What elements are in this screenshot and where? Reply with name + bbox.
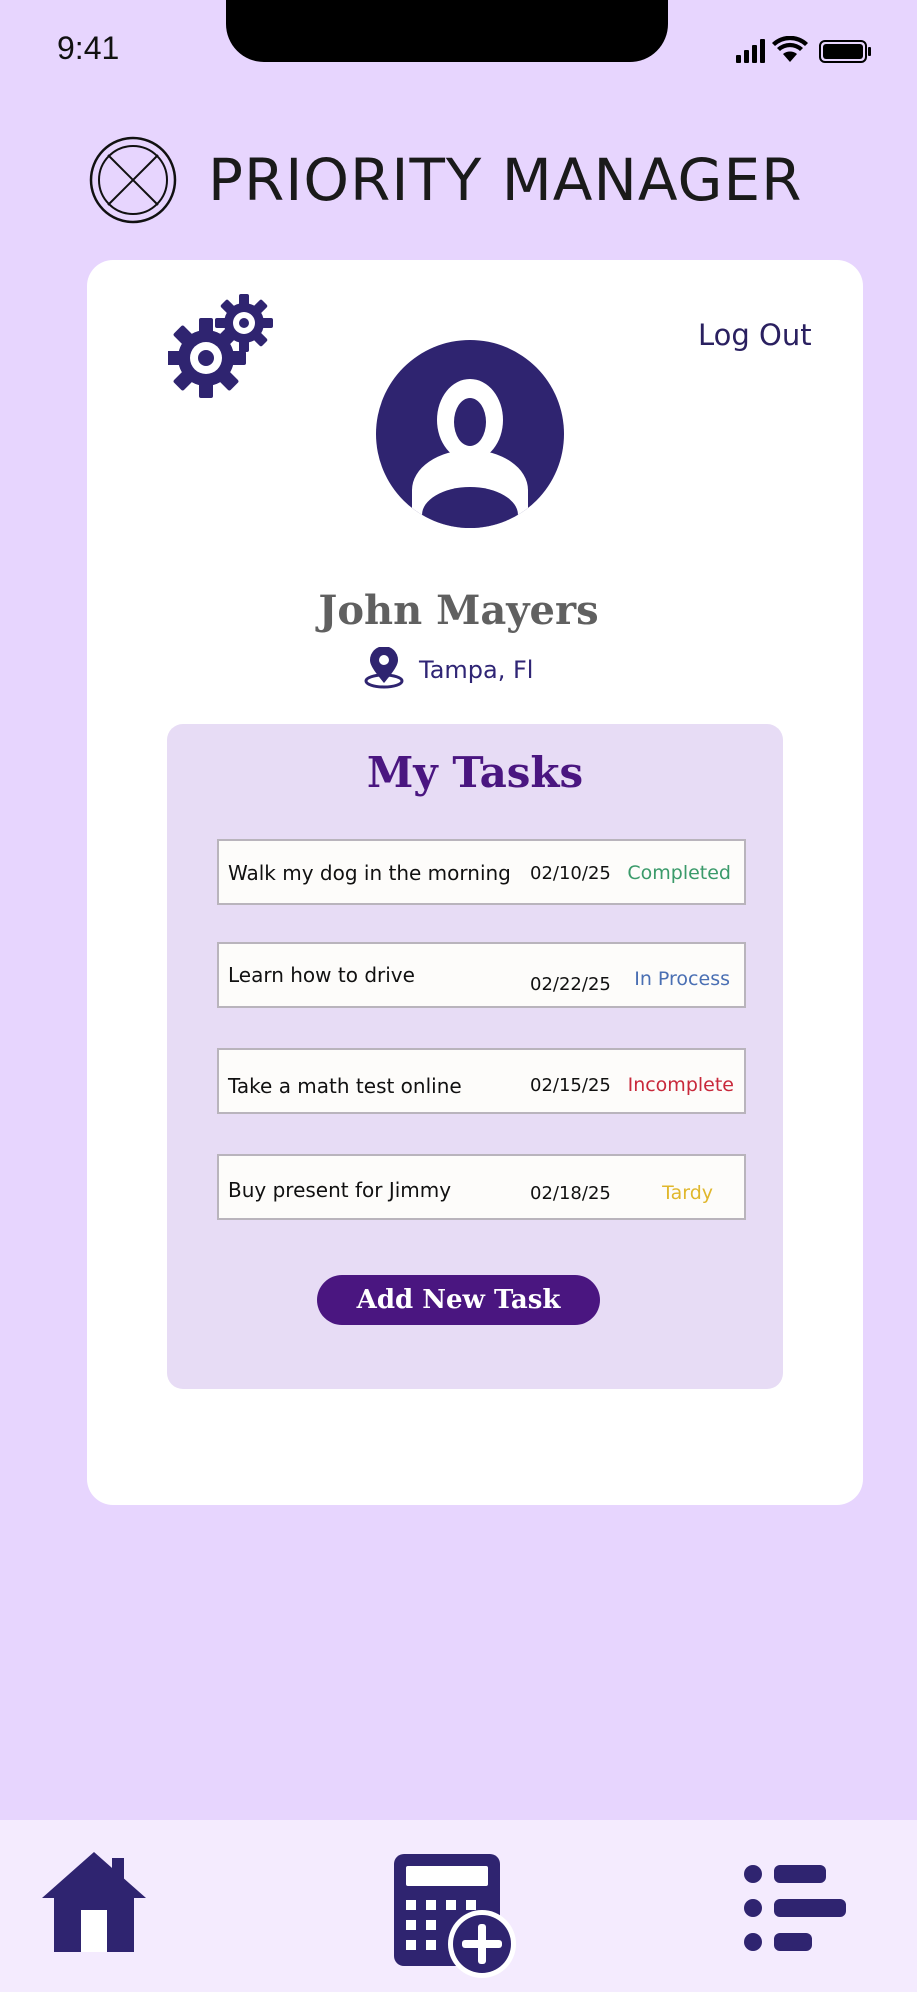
home-icon[interactable] — [40, 1848, 148, 1956]
app-title: PRIORITY MANAGER — [208, 146, 803, 214]
user-name: John Mayers — [318, 587, 599, 634]
task-status: Tardy — [662, 1182, 713, 1204]
task-row[interactable]: Learn how to drive 02/22/25 In Process — [217, 942, 746, 1008]
task-name: Buy present for Jimmy — [228, 1178, 452, 1202]
calendar-add-icon[interactable] — [392, 1852, 522, 1982]
logout-link[interactable]: Log Out — [698, 318, 812, 352]
task-date: 02/10/25 — [530, 863, 611, 884]
task-row[interactable]: Take a math test online 02/15/25 Incompl… — [217, 1048, 746, 1114]
task-status: In Process — [634, 968, 730, 990]
task-row[interactable]: Walk my dog in the morning 02/10/25 Comp… — [217, 839, 746, 905]
gears-icon[interactable] — [168, 290, 278, 400]
task-date: 02/15/25 — [530, 1075, 611, 1096]
user-location: Tampa, Fl — [419, 656, 534, 684]
status-icons — [736, 36, 871, 63]
task-name: Walk my dog in the morning — [228, 861, 511, 885]
tasks-title: My Tasks — [366, 748, 584, 797]
battery-icon — [819, 40, 871, 63]
task-name: Learn how to drive — [228, 963, 415, 987]
task-date: 02/22/25 — [530, 974, 611, 995]
task-status: Completed — [627, 862, 731, 884]
wifi-icon — [772, 36, 808, 62]
add-new-task-button[interactable]: Add New Task — [317, 1275, 600, 1325]
task-row[interactable]: Buy present for Jimmy 02/18/25 Tardy — [217, 1154, 746, 1220]
location-pin-icon — [364, 647, 404, 689]
cellular-signal-icon — [736, 39, 765, 63]
task-date: 02/18/25 — [530, 1183, 611, 1204]
task-name: Take a math test online — [228, 1074, 462, 1098]
task-status: Incomplete — [627, 1074, 734, 1096]
device-notch — [226, 0, 668, 62]
list-icon[interactable] — [742, 1862, 850, 1954]
status-time: 9:41 — [57, 30, 120, 66]
crossed-circle-logo-icon — [89, 136, 177, 224]
user-avatar-icon[interactable] — [376, 340, 564, 528]
